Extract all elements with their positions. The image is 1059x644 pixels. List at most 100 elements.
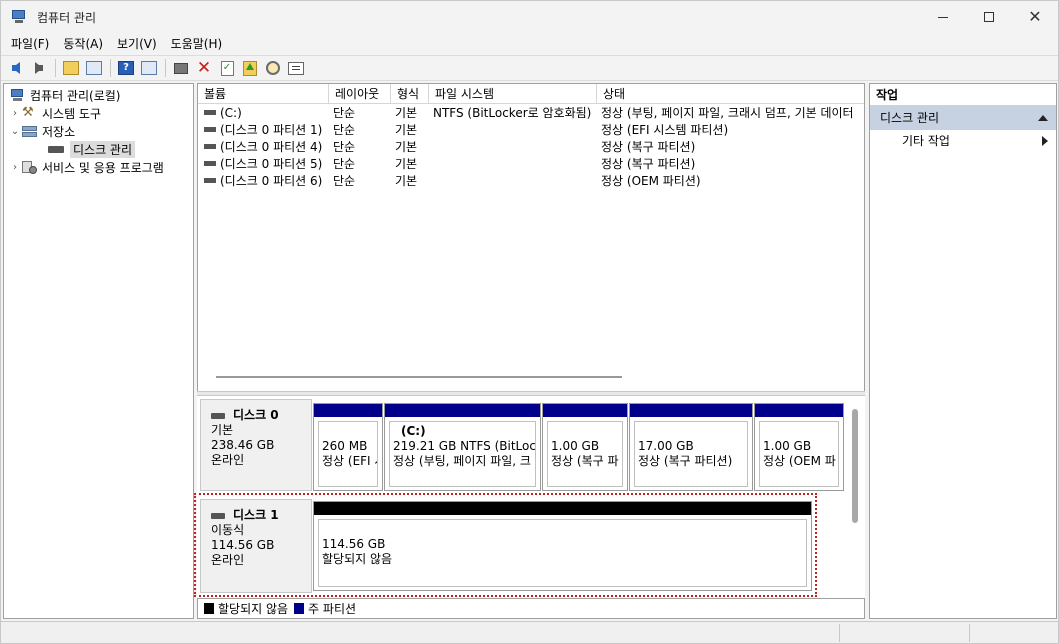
- actions-section-label: 디스크 관리: [880, 111, 940, 125]
- volume-status: 정상 (복구 파티션): [601, 157, 696, 171]
- minimize-icon: [938, 16, 948, 18]
- volume-status: 정상 (부팅, 페이지 파일, 크래시 덤프, 기본 데이터: [601, 106, 854, 120]
- back-button[interactable]: [5, 57, 27, 79]
- partition-size: 260 MB: [322, 439, 368, 453]
- delete-icon: ✕: [196, 57, 212, 78]
- volume-row[interactable]: (디스크 0 파티션 6) 단순 기본 정상 (OEM 파티션): [198, 173, 861, 190]
- volume-name: (디스크 0 파티션 1): [220, 123, 323, 137]
- partition-status: 정상 (OEM 파: [763, 454, 836, 468]
- volume-file-system: [429, 122, 597, 139]
- tree-item-services[interactable]: › 서비스 및 응용 프로그램: [10, 158, 164, 176]
- actions-item-label: 기타 작업: [902, 134, 950, 148]
- menu-action[interactable]: 동작(A): [57, 34, 109, 54]
- volume-row[interactable]: (디스크 0 파티션 5) 단순 기본 정상 (복구 파티션): [198, 156, 861, 173]
- volume-name: (디스크 0 파티션 5): [220, 157, 323, 171]
- delete-button[interactable]: ✕: [193, 57, 215, 79]
- close-button[interactable]: ✕: [1012, 1, 1058, 33]
- open-button[interactable]: [239, 57, 261, 79]
- check-button[interactable]: ✓: [216, 57, 238, 79]
- search-button[interactable]: [262, 57, 284, 79]
- column-header-file-system[interactable]: 파일 시스템: [429, 84, 597, 104]
- actions-header: 작업: [870, 84, 1056, 106]
- computer-management-icon: [11, 9, 27, 25]
- legend-swatch-primary: [294, 603, 305, 614]
- legend: 할당되지 않음 주 파티션: [197, 598, 865, 619]
- volume-row[interactable]: (디스크 0 파티션 4) 단순 기본 정상 (복구 파티션): [198, 139, 861, 156]
- tree-item-storage[interactable]: ⌄ 저장소: [10, 122, 75, 140]
- tree-item-system-tools[interactable]: › ⚒ 시스템 도구: [10, 104, 101, 122]
- toolbar-separator: [55, 59, 56, 77]
- disk-icon: [211, 412, 225, 419]
- volume-status: 정상 (복구 파티션): [601, 140, 696, 154]
- toolbar-separator: [110, 59, 111, 77]
- partition-bar: [385, 404, 540, 417]
- volume-type: 기본: [395, 140, 418, 154]
- minimize-button[interactable]: [920, 1, 966, 33]
- volume-type: 기본: [395, 157, 418, 171]
- show-hide-console-tree-button[interactable]: [83, 57, 105, 79]
- collapse-up-icon: [1038, 115, 1048, 121]
- partition-bar: [755, 404, 843, 417]
- volume-row[interactable]: (디스크 0 파티션 1) 단순 기본 정상 (EFI 시스템 파티션): [198, 122, 861, 139]
- disk-0-partition-c[interactable]: (C:) 219.21 GB NTFS (BitLocke 정상 (부팅, 페이…: [384, 403, 541, 491]
- maximize-icon: [984, 12, 994, 22]
- column-header-volume[interactable]: 볼륨: [198, 84, 329, 104]
- connect-button[interactable]: [170, 57, 192, 79]
- volume-file-system: NTFS (BitLocker로 암호화됨): [433, 106, 592, 120]
- chevron-right-icon[interactable]: ›: [10, 162, 20, 173]
- volume-list-header: 볼륨 레이아웃 형식 파일 시스템 상태: [198, 84, 864, 104]
- submenu-arrow-icon: [1042, 136, 1048, 146]
- help-button[interactable]: ?: [115, 57, 137, 79]
- up-one-level-button[interactable]: [60, 57, 82, 79]
- column-header-layout[interactable]: 레이아웃: [329, 84, 391, 104]
- menu-help[interactable]: 도움말(H): [165, 34, 229, 54]
- partition-bar: [543, 404, 627, 417]
- back-arrow-icon: [12, 62, 20, 74]
- up-folder-icon: [63, 61, 79, 75]
- disk-icon: [48, 142, 64, 156]
- actions-item-more-actions[interactable]: 기타 작업: [870, 130, 1056, 152]
- actions-section-disk-management[interactable]: 디스크 관리: [870, 106, 1056, 130]
- properties-button[interactable]: [285, 57, 307, 79]
- disk-0-partition-4[interactable]: 1.00 GB 정상 (복구 파: [542, 403, 628, 491]
- horizontal-scrollbar[interactable]: [216, 376, 622, 378]
- disk-0-partition-6[interactable]: 1.00 GB 정상 (OEM 파: [754, 403, 844, 491]
- volume-type: 기본: [395, 123, 418, 137]
- partition-status: 정상 (부팅, 페이지 파일, 크: [393, 454, 531, 468]
- tree-item-root[interactable]: 컴퓨터 관리(로컬): [8, 86, 120, 104]
- tree-item-storage-label: 저장소: [42, 124, 76, 139]
- search-icon: [266, 61, 280, 75]
- partition-status: 정상 (EFI 시: [322, 454, 377, 468]
- partition-size: 17.00 GB: [638, 439, 694, 453]
- maximize-button[interactable]: [966, 1, 1012, 33]
- disk-0-partition-5[interactable]: 17.00 GB 정상 (복구 파티션): [629, 403, 753, 491]
- volume-name: (디스크 0 파티션 4): [220, 140, 323, 154]
- show-hide-action-pane-icon: [141, 61, 157, 75]
- computer-icon: [10, 88, 26, 102]
- tree-item-disk-management[interactable]: 디스크 관리: [46, 140, 136, 158]
- volume-name: (C:): [220, 106, 242, 120]
- disk-state: 온라인: [211, 453, 245, 467]
- vertical-scrollbar[interactable]: [852, 409, 858, 523]
- menu-file[interactable]: 파일(F): [5, 34, 55, 54]
- volume-file-system: [429, 173, 597, 190]
- disk-0-label[interactable]: 디스크 0 기본 238.46 GB 온라인: [200, 399, 312, 491]
- partition-status: 정상 (복구 파티션): [638, 454, 733, 468]
- column-header-status[interactable]: 상태: [597, 84, 864, 104]
- forward-button[interactable]: [28, 57, 50, 79]
- disk-kind: 기본: [211, 423, 234, 437]
- volume-row[interactable]: (C:) 단순 기본 NTFS (BitLocker로 암호화됨) 정상 (부팅…: [198, 105, 861, 122]
- column-header-type[interactable]: 형식: [391, 84, 429, 104]
- partition-size: 1.00 GB: [763, 439, 812, 453]
- status-bar: [1, 621, 1058, 643]
- menu-view[interactable]: 보기(V): [111, 34, 163, 54]
- chevron-right-icon[interactable]: ›: [10, 108, 20, 119]
- chevron-down-icon[interactable]: ⌄: [10, 126, 20, 137]
- tools-icon: ⚒: [22, 105, 34, 120]
- partition-status: 정상 (복구 파: [551, 454, 619, 468]
- disk-0-partition-efi[interactable]: 260 MB 정상 (EFI 시: [313, 403, 383, 491]
- disk-size: 238.46 GB: [211, 438, 275, 452]
- legend-swatch-unallocated: [204, 603, 214, 614]
- check-icon: ✓: [220, 60, 234, 76]
- show-hide-action-pane-button[interactable]: [138, 57, 160, 79]
